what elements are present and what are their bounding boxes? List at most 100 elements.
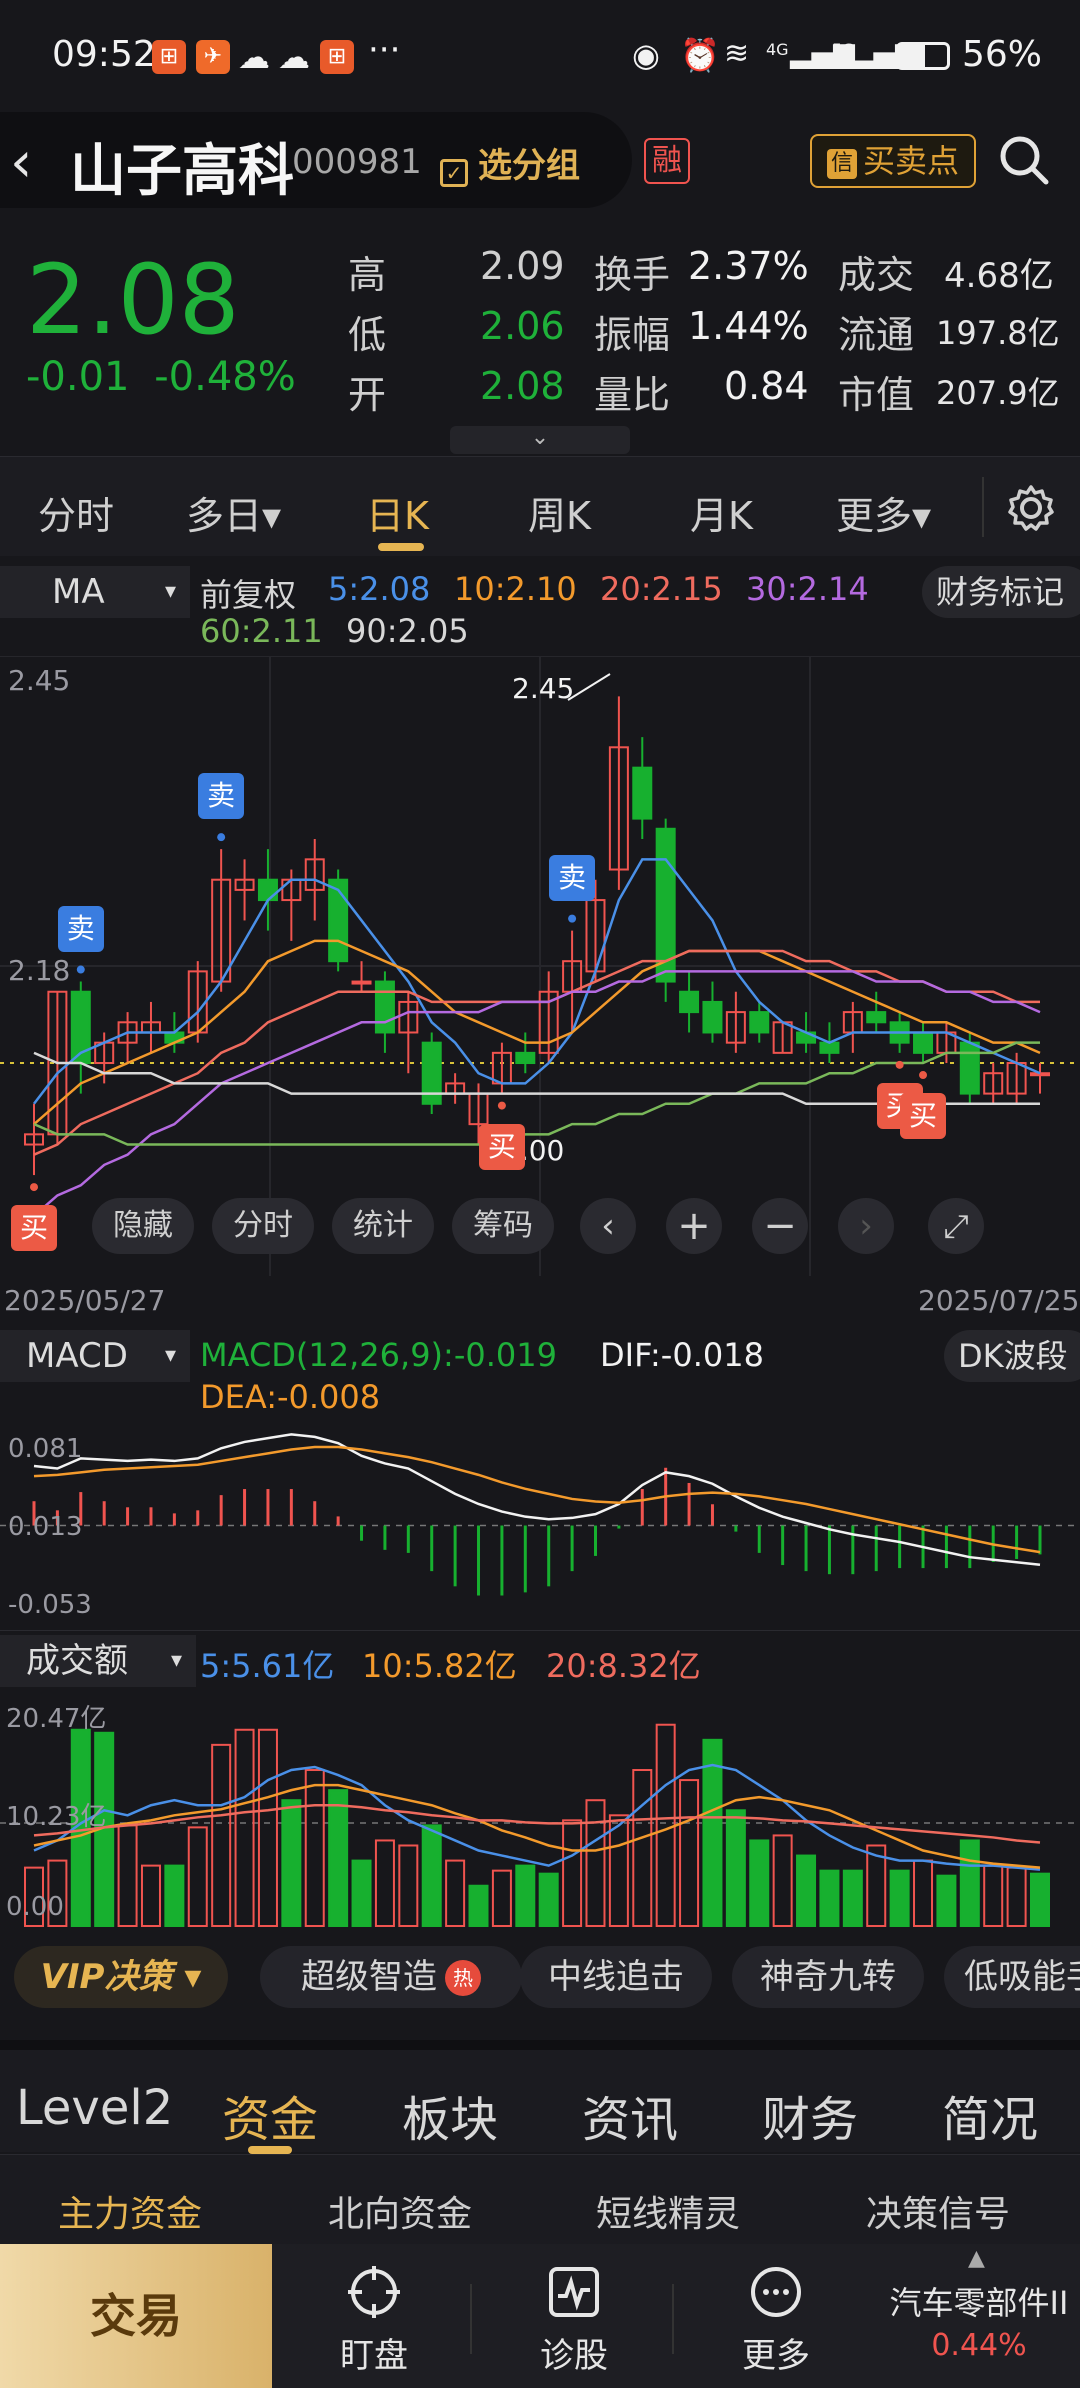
stock-name: 山子高科 [70,139,294,204]
search-icon[interactable] [994,130,1054,190]
back-icon[interactable]: ‹ [10,130,32,195]
trade-button[interactable]: 交易 [0,2244,272,2388]
macd-selector-label: MACD [26,1336,128,1376]
ma-indicator-selector[interactable]: MA ▾ [0,566,190,618]
financial-markers-button[interactable]: 财务标记 [922,566,1080,618]
amount-bar [257,1728,278,1928]
tab-intraday[interactable]: 分时 [38,485,114,540]
amount-bar [234,1728,255,1928]
ma30-value: 30:2.14 [746,570,869,608]
strategy-label: 超级智造 [301,1957,437,1997]
buy-sell-points-button[interactable]: 信买卖点 [810,134,976,188]
subtab-decision-signal[interactable]: 决策信号 [866,2185,1010,2237]
margin-trading-badge[interactable]: 融 [644,138,690,184]
amount-chart[interactable] [0,1700,1080,1930]
signal-dot [30,1183,38,1192]
subtab-northbound[interactable]: 北向资金 [328,2185,472,2237]
settings-gear-icon[interactable] [1006,483,1056,533]
tab-level2[interactable]: Level2 [16,2080,173,2136]
tab-funds[interactable]: 资金 [222,2080,318,2150]
tab-multi-day[interactable]: 多日▾ [186,485,281,540]
more-button[interactable]: 更多 [696,2264,856,2377]
sell-signal-marker[interactable]: 卖 [198,773,245,820]
ma60-value: 60:2.11 [200,612,323,650]
select-group-button[interactable]: ✓ 选分组 [440,138,580,187]
active-tab-indicator [378,543,424,551]
intraday-button[interactable]: 分时 [212,1198,314,1254]
buy-signal-marker[interactable]: 买 [11,1205,57,1252]
amount-bar [702,1738,723,1928]
tab-weekly-k[interactable]: 周K [528,485,591,540]
dk-band-button[interactable]: DK波段 [944,1330,1080,1382]
amount-bar [796,1854,817,1927]
amount-bar [445,1859,466,1927]
tab-more[interactable]: 更多▾ [836,485,931,540]
toutiao-icon: ✈ [196,40,230,74]
strategy-magic-nine[interactable]: 神奇九转 [732,1946,924,2008]
watch-button[interactable]: 盯盘 [294,2264,454,2377]
macd-indicator-selector[interactable]: MACD ▾ [0,1330,190,1382]
amount-bar [819,1869,840,1928]
zoom-out-icon[interactable]: − [752,1198,808,1254]
sell-signal-marker[interactable]: 卖 [549,854,596,901]
float-cap-value: 197.8亿 [936,314,1060,352]
dif-line [33,1433,1041,1567]
amount-bar [538,1872,559,1927]
macd-chart[interactable] [0,1388,1080,1628]
subtab-main-funds[interactable]: 主力资金 [58,2185,202,2237]
buy-signal-marker[interactable]: 买 [900,1093,947,1140]
sector-quote-button[interactable]: 汽车零部件II 0.44% [878,2278,1080,2363]
amount-label: 成交 [838,253,915,297]
amount-y-bottom-label: 0.00 [6,1892,64,1922]
sell-signal-marker[interactable]: 卖 [57,905,104,952]
strategy-low-buy[interactable]: 低吸能手 [944,1946,1080,2008]
app-badge-icon: ⊞ [152,40,186,74]
tab-daily-k[interactable]: 日K [366,485,429,540]
fullscreen-icon[interactable]: ⤢ [928,1198,984,1254]
zoom-in-icon[interactable]: + [666,1198,722,1254]
vip-decision-button[interactable]: VIP决策 ▾ [14,1946,228,2008]
amount-bar [374,1839,395,1928]
tab-profile[interactable]: 简况 [942,2080,1038,2150]
signal-dot [76,965,85,974]
amount-bar [1030,1872,1050,1927]
tab-news[interactable]: 资讯 [582,2080,678,2150]
xin-badge-icon: 信 [826,149,857,179]
tab-finance[interactable]: 财务 [762,2080,858,2150]
strategy-midline-chase[interactable]: 中线追击 [520,1946,712,2008]
diagnose-button[interactable]: 诊股 [494,2264,654,2377]
price-change: -0.01 -0.48% [26,354,296,400]
kline-chart[interactable] [0,656,1080,1276]
volume-ratio-label: 量比 [594,373,671,417]
amount-legend-row: 成交额 ▾ 5:5.61亿 10:5.82亿 20:8.32亿 [0,1630,1080,1687]
statistics-button[interactable]: 统计 [332,1198,434,1254]
next-icon[interactable]: › [838,1198,894,1254]
amount-bar [164,1864,185,1928]
amount-bar [491,1869,512,1928]
buy-signal-marker[interactable]: 买 [478,1123,525,1170]
strategy-super-manufacturing[interactable]: 超级智造热 [260,1946,522,2008]
network-4g-label: 4G [766,40,789,59]
sector-name: 汽车零部件II [889,2284,1069,2322]
subtab-short-term[interactable]: 短线精灵 [596,2185,740,2237]
float-cap-label: 流通 [838,313,915,357]
macd-value: MACD(12,26,9):-0.019 [200,1336,557,1374]
expand-quote-button[interactable]: ⌄ [450,426,630,454]
chips-button[interactable]: 筹码 [452,1198,554,1254]
amount-bar [842,1869,863,1928]
app-badge-icon: ⊞ [320,40,354,74]
prev-icon[interactable]: ‹ [580,1198,636,1254]
hide-button[interactable]: 隐藏 [92,1198,194,1254]
amplitude-value: 1.44% [688,304,809,348]
adjust-mode-label[interactable]: 前复权 [200,570,296,616]
more-notifications-icon: ··· [368,30,401,70]
amount-indicator-selector[interactable]: 成交额 ▾ [0,1635,196,1687]
amount-bar [983,1864,1004,1928]
amount-bar [889,1869,910,1928]
candle-body [913,1031,934,1054]
more-label: 更多 [742,2336,810,2376]
checkbox-icon: ✓ [440,159,468,187]
tab-sector[interactable]: 板块 [402,2080,498,2150]
amount-ma20-value: 20:8.32亿 [546,1647,701,1685]
tab-monthly-k[interactable]: 月K [690,485,753,540]
